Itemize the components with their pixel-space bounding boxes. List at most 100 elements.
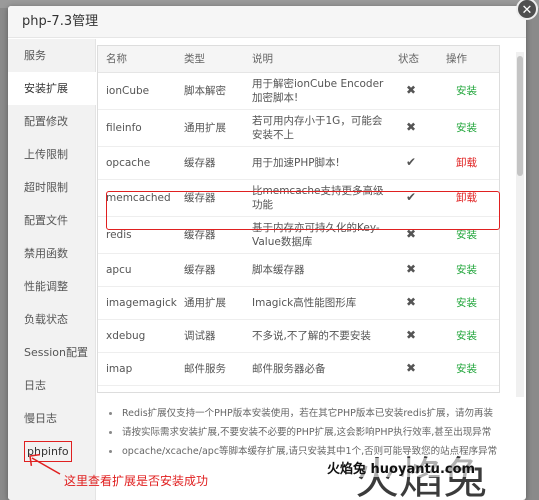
ext-action: 安装 [438,109,499,147]
not-installed-icon: ✖ [405,262,417,276]
sidebar-item-upload-limit[interactable]: 上传限制 [8,138,95,171]
header-description: 说明 [244,46,390,73]
ext-status: ✖ [390,352,438,386]
header-status: 状态 [390,46,438,73]
install-link[interactable]: 安装 [456,297,477,309]
ext-type: 缓存器 [176,179,244,217]
table-row: xdebug 调试器 不多说,不了解的不要安装 ✖ 安装 [98,319,499,353]
close-icon[interactable]: ✕ [516,0,538,20]
install-link[interactable]: 安装 [456,264,477,276]
ext-description: 用于解密ionCube Encoder加密脚本! [244,72,390,110]
sidebar-item-service[interactable]: 服务 [8,39,95,72]
table-row: redis 缓存器 基于内存亦可持久化的Key-Value数据库 ✖ 安装 [98,216,499,254]
ext-action: 卸载 [438,179,499,217]
ext-type: 脚本解密 [176,72,244,110]
sidebar-item-disabled-functions[interactable]: 禁用函数 [8,237,95,270]
ext-description: 基于内存亦可持久化的Key-Value数据库 [244,216,390,254]
ext-type: 通用扩展 [176,109,244,147]
table-row: opcache 缓存器 用于加速PHP脚本! ✔ 卸载 [98,146,499,180]
extensions-table: 名称 类型 说明 状态 操作 ionCube 脚本解密 用于解密ionCube … [98,46,499,386]
ext-action: 安装 [438,286,499,320]
sidebar-item-load-status[interactable]: 负载状态 [8,303,95,336]
ext-action: 安装 [438,72,499,110]
ext-status: ✖ [390,253,438,287]
ext-status: ✖ [390,109,438,147]
sidebar: 服务 安装扩展 配置修改 上传限制 超时限制 配置文件 禁用函数 性能调整 负载… [8,39,96,500]
installed-check-icon: ✔ [405,190,417,204]
ext-status: ✔ [390,146,438,180]
table-row: fileinfo 通用扩展 若可用内存小于1G，可能会安装不上 ✖ 安装 [98,109,499,147]
ext-name: fileinfo [98,109,176,147]
ext-description: 若可用内存小于1G，可能会安装不上 [244,109,390,147]
ext-action: 安装 [438,253,499,287]
table-scrollbar[interactable] [516,52,524,397]
ext-type: 邮件服务 [176,352,244,386]
annotation-arrow-icon [29,453,61,475]
ext-status: ✖ [390,319,438,353]
ext-type: 调试器 [176,319,244,353]
table-row: imagemagick 通用扩展 Imagick高性能图形库 ✖ 安装 [98,286,499,320]
note-item: Redis扩展仅支持一个PHP版本安装使用，若在其它PHP版本已安装redis扩… [100,404,510,423]
ext-name: redis [98,216,176,254]
ext-description: 脚本缓存器 [244,253,390,287]
header-type: 类型 [176,46,244,73]
uninstall-link[interactable]: 卸载 [456,192,477,204]
table-row: memcached 缓存器 比memcache支持更多高级功能 ✔ 卸载 [98,179,499,217]
table-row: imap 邮件服务 邮件服务器必备 ✖ 安装 [98,352,499,386]
ext-type: 通用扩展 [176,286,244,320]
install-link[interactable]: 安装 [456,330,477,342]
ext-description: 用于加速PHP脚本! [244,146,390,180]
sidebar-item-log[interactable]: 日志 [8,369,95,402]
sidebar-item-timeout-limit[interactable]: 超时限制 [8,171,95,204]
extensions-table-container: 名称 类型 说明 状态 操作 ionCube 脚本解密 用于解密ionCube … [97,45,500,393]
not-installed-icon: ✖ [405,295,417,309]
not-installed-icon: ✖ [405,328,417,342]
scrollbar-thumb[interactable] [517,56,523,176]
annotation-text: 这里查看扩展是否安装成功 [64,474,209,488]
table-row: apcu 缓存器 脚本缓存器 ✖ 安装 [98,253,499,287]
ext-description: 不多说,不了解的不要安装 [244,319,390,353]
ext-type: 缓存器 [176,146,244,180]
table-row: ionCube 脚本解密 用于解密ionCube Encoder加密脚本! ✖ … [98,72,499,110]
header-action: 操作 [438,46,499,73]
ext-description: 比memcache支持更多高级功能 [244,179,390,217]
installed-check-icon: ✔ [405,155,417,169]
ext-status: ✖ [390,72,438,110]
ext-description: 邮件服务器必备 [244,352,390,386]
ext-name: opcache [98,146,176,180]
install-link[interactable]: 安装 [456,85,477,97]
ext-status: ✖ [390,216,438,254]
ext-action: 安装 [438,352,499,386]
ext-name: apcu [98,253,176,287]
note-item: 请按实际需求安装扩展,不要安装不必要的PHP扩展,这会影响PHP执行效率,甚至出… [100,423,510,442]
not-installed-icon: ✖ [405,227,417,241]
ext-name: ionCube [98,72,176,110]
ext-status: ✔ [390,179,438,217]
install-link[interactable]: 安装 [456,363,477,375]
dialog-title: php-7.3管理 [8,6,526,38]
ext-name: xdebug [98,319,176,353]
table-header-row: 名称 类型 说明 状态 操作 [98,46,499,73]
sidebar-item-install-extensions[interactable]: 安装扩展 [8,72,96,105]
not-installed-icon: ✖ [405,120,417,134]
sidebar-item-config-edit[interactable]: 配置修改 [8,105,95,138]
ext-description: Imagick高性能图形库 [244,286,390,320]
install-link[interactable]: 安装 [456,122,477,134]
ext-action: 安装 [438,319,499,353]
sidebar-item-performance[interactable]: 性能调整 [8,270,95,303]
ext-name: imagemagick [98,286,177,320]
ext-name: memcached [98,179,176,217]
uninstall-link[interactable]: 卸载 [456,157,477,169]
watermark-text: 火焰兔 huoyantu.com [327,458,476,477]
ext-type: 缓存器 [176,216,244,254]
sidebar-item-session-config[interactable]: Session配置 [8,336,95,369]
header-name: 名称 [98,46,176,73]
ext-status: ✖ [390,286,438,320]
install-link[interactable]: 安装 [456,229,477,241]
ext-type: 缓存器 [176,253,244,287]
ext-action: 卸载 [438,146,499,180]
sidebar-item-slow-log[interactable]: 慢日志 [8,402,95,435]
ext-name: imap [98,352,176,386]
not-installed-icon: ✖ [405,361,417,375]
sidebar-item-config-file[interactable]: 配置文件 [8,204,95,237]
